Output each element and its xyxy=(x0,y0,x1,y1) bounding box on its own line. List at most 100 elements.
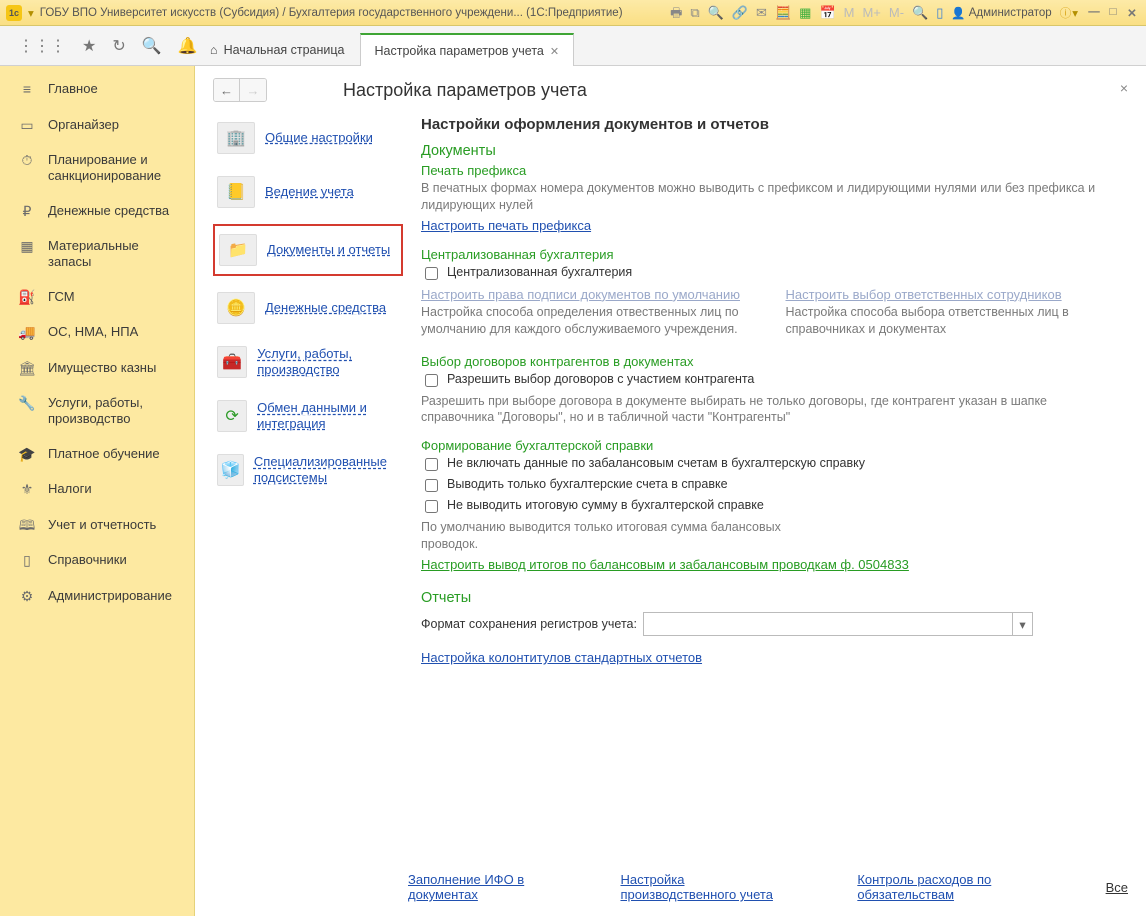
zoom-icon[interactable]: 🔍 xyxy=(912,6,928,19)
sidebar-item-label: Денежные средства xyxy=(48,203,169,219)
tools-icon: 🔧 xyxy=(18,395,36,413)
footer-link-ifo[interactable]: Заполнение ИФО в документах xyxy=(408,872,560,902)
footer-link-all[interactable]: Все xyxy=(1106,880,1128,895)
nav-item-accounting[interactable]: 📒Ведение учета xyxy=(213,170,403,214)
ref-totals-link[interactable]: Настроить вывод итогов по балансовым и з… xyxy=(421,557,909,572)
tab-settings[interactable]: Настройка параметров учета ✕ xyxy=(360,33,575,66)
sidebar-item-label: Материальные запасы xyxy=(48,238,182,271)
ref-chk1-row[interactable]: Не включать данные по забалансовым счета… xyxy=(421,456,1122,474)
contract-checkbox[interactable] xyxy=(425,374,438,387)
nav-link[interactable]: Обмен данными и интеграция xyxy=(257,400,399,431)
contract-checkbox-row[interactable]: Разрешить выбор договоров с участием кон… xyxy=(421,372,1122,390)
building-icon: 🏢 xyxy=(217,122,255,154)
sidebar-item-label: Налоги xyxy=(48,481,92,497)
nav-link[interactable]: Ведение учета xyxy=(265,184,354,200)
nav-item-documents[interactable]: 📁Документы и отчеты xyxy=(213,224,403,276)
sidebar-item-catalogs[interactable]: ▯ Справочники xyxy=(0,543,194,579)
tab-settings-label: Настройка параметров учета xyxy=(375,44,544,58)
prefix-settings-link[interactable]: Настроить печать префикса xyxy=(421,218,591,233)
current-user[interactable]: 👤 Администратор xyxy=(951,6,1051,20)
sidebar-item-admin[interactable]: ⚙Администрирование xyxy=(0,579,194,615)
nav-link[interactable]: Услуги, работы, производство xyxy=(257,346,399,377)
back-button[interactable]: ← xyxy=(214,79,240,101)
close-page-button[interactable]: × xyxy=(1120,80,1128,96)
favorite-star-icon[interactable]: ★ xyxy=(82,36,96,56)
nav-link[interactable]: Специализированные подсистемы xyxy=(254,454,399,485)
ref-chk2-row[interactable]: Выводить только бухгалтерские счета в сп… xyxy=(421,477,1122,495)
sidebar-item-treasury[interactable]: 🏛 Имущество казны xyxy=(0,351,194,387)
app-menu-dropdown-icon[interactable]: ▾ xyxy=(28,6,34,20)
sidebar-item-materials[interactable]: ▦Материальные запасы xyxy=(0,229,194,280)
central-heading: Централизованная бухгалтерия xyxy=(421,247,1122,262)
nav-item-services[interactable]: 🧰Услуги, работы, производство xyxy=(213,340,403,384)
calc-icon[interactable]: 🧮 xyxy=(775,6,791,19)
sidebar-item-cash[interactable]: ₽Денежные средства xyxy=(0,194,194,230)
copy-icon[interactable]: ⧉ xyxy=(690,6,699,19)
panel-icon[interactable]: ▯ xyxy=(936,6,943,19)
m-plus-button[interactable]: M+ xyxy=(862,6,880,19)
print-icon[interactable]: 🖶 xyxy=(670,6,682,19)
maximize-button[interactable]: □ xyxy=(1105,6,1121,20)
mail-icon[interactable]: ✉ xyxy=(756,6,767,19)
sidebar-item-label: Имущество казны xyxy=(48,360,156,376)
sidebar-item-label: Платное обучение xyxy=(48,446,160,462)
sidebar-item-taxes[interactable]: ⚜Налоги xyxy=(0,472,194,508)
catalog-icon: ▯ xyxy=(18,552,36,570)
footer-link-control[interactable]: Контроль расходов по обязательствам xyxy=(857,872,1045,902)
sidebar-item-label: Учет и отчетность xyxy=(48,517,156,533)
responsible-link[interactable]: Настроить выбор ответственных сотруднико… xyxy=(786,287,1062,302)
treasury-icon: 🏛 xyxy=(18,360,36,378)
ref-chk3-row[interactable]: Не выводить итоговую сумму в бухгалтерск… xyxy=(421,498,1122,516)
home-icon: ⌂ xyxy=(210,43,218,57)
info-dropdown-icon[interactable]: ▾ xyxy=(1072,6,1078,20)
responsible-desc: Настройка способа выбора ответственных л… xyxy=(786,304,1123,338)
nav-item-cash[interactable]: 🪙Денежные средства xyxy=(213,286,403,330)
sidebar-item-education[interactable]: 🎓Платное обучение xyxy=(0,437,194,473)
calendar-icon[interactable]: 📅 xyxy=(819,6,835,19)
sidebar-item-label: Органайзер xyxy=(48,117,119,133)
footer-link-production[interactable]: Настройка производственного учета xyxy=(620,872,797,902)
gear-icon: ⚙ xyxy=(18,588,36,606)
apps-grid-icon[interactable]: ⋮⋮⋮ xyxy=(18,36,66,56)
nav-item-special[interactable]: 🧊Специализированные подсистемы xyxy=(213,448,403,492)
forward-button[interactable]: → xyxy=(240,79,266,101)
grid-icon[interactable]: ▦ xyxy=(799,6,811,19)
m-button[interactable]: M xyxy=(844,6,855,19)
nav-item-general[interactable]: 🏢 Общие настройки xyxy=(213,116,403,160)
sidebar-item-label: Справочники xyxy=(48,552,127,568)
minimize-button[interactable]: — xyxy=(1086,6,1102,20)
sidebar-item-organizer[interactable]: ▭Органайзер xyxy=(0,108,194,144)
info-icon[interactable]: ⓘ xyxy=(1060,5,1072,21)
sidebar-item-main[interactable]: ≡Главное xyxy=(0,72,194,108)
central-checkbox[interactable] xyxy=(425,267,438,280)
chevron-down-icon[interactable]: ▾ xyxy=(1012,613,1032,635)
ref-checkbox-1[interactable] xyxy=(425,458,438,471)
link-icon[interactable]: 🔗 xyxy=(732,6,748,19)
ref-chk1-label: Не включать данные по забалансовым счета… xyxy=(447,456,865,470)
search-icon[interactable]: 🔍 xyxy=(142,36,162,56)
nav-link[interactable]: Денежные средства xyxy=(265,300,386,316)
tab-close-icon[interactable]: ✕ xyxy=(550,45,559,58)
nav-item-exchange[interactable]: ⟳Обмен данными и интеграция xyxy=(213,394,403,438)
sidebar-item-accounting[interactable]: 🕮Учет и отчетность xyxy=(0,508,194,544)
close-window-button[interactable]: ✕ xyxy=(1124,6,1140,20)
user-name: Администратор xyxy=(969,7,1052,19)
sidebar-item-planning[interactable]: ⏱Планирование и санкционирование xyxy=(0,143,194,194)
ref-checkbox-2[interactable] xyxy=(425,479,438,492)
ref-checkbox-3[interactable] xyxy=(425,500,438,513)
central-checkbox-row[interactable]: Централизованная бухгалтерия xyxy=(421,265,1122,283)
sign-rights-link[interactable]: Настроить права подписи документов по ум… xyxy=(421,287,740,302)
colontitles-link[interactable]: Настройка колонтитулов стандартных отчет… xyxy=(421,650,702,665)
history-icon[interactable]: ↻ xyxy=(112,36,125,56)
sign-rights-desc: Настройка способа определения отвественн… xyxy=(421,304,758,338)
sidebar-item-label: ГСМ xyxy=(48,289,75,305)
sidebar-item-services[interactable]: 🔧Услуги, работы, производство xyxy=(0,386,194,437)
m-minus-button[interactable]: M- xyxy=(889,6,904,19)
sidebar-item-fuel[interactable]: ⛽ГСМ xyxy=(0,280,194,316)
nav-link[interactable]: Общие настройки xyxy=(265,130,373,146)
sidebar-item-assets[interactable]: 🚚ОС, НМА, НПА xyxy=(0,315,194,351)
tab-home[interactable]: ⌂ Начальная страница xyxy=(195,33,360,65)
search-icon[interactable]: 🔍 xyxy=(708,6,724,19)
format-select[interactable]: ▾ xyxy=(643,612,1033,636)
nav-link[interactable]: Документы и отчеты xyxy=(267,242,390,258)
